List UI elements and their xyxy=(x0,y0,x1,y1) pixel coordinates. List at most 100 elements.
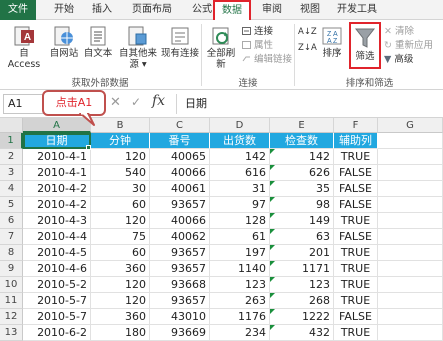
table-cell[interactable]: 123 xyxy=(210,277,270,293)
tab-insert[interactable]: 插入 xyxy=(86,0,118,20)
row-header[interactable]: 7 xyxy=(0,229,23,245)
table-cell[interactable]: 93657 xyxy=(150,245,210,261)
table-cell[interactable]: 40066 xyxy=(150,165,210,181)
table-cell[interactable]: 2010-5-7 xyxy=(23,309,91,325)
column-header-d[interactable]: D xyxy=(210,118,270,133)
select-all-corner[interactable] xyxy=(0,118,23,133)
sort-button[interactable]: Z A A Z 排序 xyxy=(318,26,346,59)
from-other-sources-button[interactable]: 自其他来源 ▾ xyxy=(115,26,161,70)
table-cell[interactable]: FALSE xyxy=(334,181,378,197)
table-cell[interactable]: 2010-4-6 xyxy=(23,261,91,277)
table-cell[interactable]: 43010 xyxy=(150,309,210,325)
table-cell[interactable]: 93657 xyxy=(150,197,210,213)
table-cell[interactable]: 30 xyxy=(91,181,150,197)
table-cell[interactable]: 2010-5-2 xyxy=(23,277,91,293)
table-cell[interactable]: FALSE xyxy=(334,165,378,181)
row-header[interactable]: 11 xyxy=(0,293,23,309)
cancel-icon[interactable]: ✕ xyxy=(110,95,121,110)
table-cell[interactable]: 540 xyxy=(91,165,150,181)
table-cell[interactable]: TRUE xyxy=(334,277,378,293)
cell-empty[interactable] xyxy=(378,149,443,165)
tab-developer[interactable]: 开发工具 xyxy=(332,0,382,20)
table-cell[interactable]: 2010-4-2 xyxy=(23,197,91,213)
table-cell[interactable]: 360 xyxy=(91,309,150,325)
table-cell[interactable]: 2010-4-4 xyxy=(23,229,91,245)
row-header[interactable]: 5 xyxy=(0,197,23,213)
from-web-button[interactable]: 自网站 xyxy=(47,26,81,59)
existing-connections-button[interactable]: 现有连接 xyxy=(160,26,200,59)
tab-review[interactable]: 审阅 xyxy=(256,0,288,20)
table-cell[interactable]: TRUE xyxy=(334,293,378,309)
table-cell[interactable]: TRUE xyxy=(334,261,378,277)
cell-empty[interactable] xyxy=(378,309,443,325)
table-cell[interactable]: 40065 xyxy=(150,149,210,165)
table-cell[interactable]: 616 xyxy=(210,165,270,181)
table-cell[interactable]: 2010-4-1 xyxy=(23,165,91,181)
sort-descending-button[interactable]: Z↓A xyxy=(298,42,317,54)
column-header-b[interactable]: B xyxy=(91,118,150,133)
connections-button[interactable]: 连接 xyxy=(242,26,273,38)
column-header-e[interactable]: E xyxy=(270,118,334,133)
tab-page-layout[interactable]: 页面布局 xyxy=(124,0,180,20)
table-cell[interactable]: 93657 xyxy=(150,293,210,309)
cell-empty[interactable] xyxy=(378,245,443,261)
table-cell[interactable]: 40066 xyxy=(150,213,210,229)
clear-filter-button[interactable]: ✕ 清除 xyxy=(384,26,414,38)
row-header[interactable]: 9 xyxy=(0,261,23,277)
tab-data[interactable]: 数据 xyxy=(213,0,251,21)
row-header[interactable]: 8 xyxy=(0,245,23,261)
table-cell[interactable]: 120 xyxy=(91,149,150,165)
table-cell[interactable]: 98 xyxy=(270,197,334,213)
row-header[interactable]: 4 xyxy=(0,181,23,197)
row-header[interactable]: 1 xyxy=(0,133,23,149)
table-cell[interactable]: 360 xyxy=(91,261,150,277)
table-cell[interactable]: 197 xyxy=(210,245,270,261)
sort-ascending-button[interactable]: A↓Z xyxy=(298,26,317,38)
table-cell[interactable]: 120 xyxy=(91,277,150,293)
table-header-cell[interactable]: 检查数 xyxy=(270,133,334,149)
table-cell[interactable]: 268 xyxy=(270,293,334,309)
cell-empty[interactable] xyxy=(378,229,443,245)
properties-button[interactable]: 属性 xyxy=(242,40,273,52)
row-header[interactable]: 2 xyxy=(0,149,23,165)
column-header-g[interactable]: G xyxy=(378,118,443,133)
table-cell[interactable]: 2010-5-7 xyxy=(23,293,91,309)
cell-empty[interactable] xyxy=(378,261,443,277)
tab-home[interactable]: 开始 xyxy=(48,0,80,20)
from-text-button[interactable]: 自文本 xyxy=(81,26,115,59)
table-cell[interactable]: 626 xyxy=(270,165,334,181)
cell-empty[interactable] xyxy=(378,181,443,197)
table-cell[interactable]: 1171 xyxy=(270,261,334,277)
table-cell[interactable]: 75 xyxy=(91,229,150,245)
table-cell[interactable]: 2010-4-1 xyxy=(23,149,91,165)
table-cell[interactable]: FALSE xyxy=(334,309,378,325)
row-header[interactable]: 3 xyxy=(0,165,23,181)
table-cell[interactable]: 1176 xyxy=(210,309,270,325)
cell-empty[interactable] xyxy=(378,213,443,229)
table-cell[interactable]: 93657 xyxy=(150,261,210,277)
enter-icon[interactable]: ✓ xyxy=(131,95,141,109)
table-cell[interactable]: 40061 xyxy=(150,181,210,197)
table-cell[interactable]: 263 xyxy=(210,293,270,309)
table-cell[interactable]: 2010-4-5 xyxy=(23,245,91,261)
cell-empty[interactable] xyxy=(378,197,443,213)
cell-empty[interactable] xyxy=(378,293,443,309)
tab-file[interactable]: 文件 xyxy=(0,0,36,20)
row-header[interactable]: 10 xyxy=(0,277,23,293)
column-header-c[interactable]: C xyxy=(150,118,210,133)
table-cell[interactable]: 120 xyxy=(91,213,150,229)
edit-links-button[interactable]: 编辑链接 xyxy=(242,54,292,66)
column-header-f[interactable]: F xyxy=(334,118,378,133)
table-cell[interactable]: 120 xyxy=(91,293,150,309)
table-cell[interactable]: 2010-4-3 xyxy=(23,213,91,229)
insert-function-icon[interactable]: fx xyxy=(152,93,165,109)
table-cell[interactable]: 142 xyxy=(210,149,270,165)
refresh-all-button[interactable]: 全部刷新 xyxy=(203,26,239,70)
advanced-filter-button[interactable]: ▼ 高级 xyxy=(384,54,413,66)
table-header-cell[interactable]: 分钟 xyxy=(91,133,150,149)
table-header-cell[interactable]: 番号 xyxy=(150,133,210,149)
table-cell[interactable]: 97 xyxy=(210,197,270,213)
cell-empty[interactable] xyxy=(378,165,443,181)
table-cell[interactable]: 60 xyxy=(91,197,150,213)
table-cell[interactable]: 61 xyxy=(210,229,270,245)
